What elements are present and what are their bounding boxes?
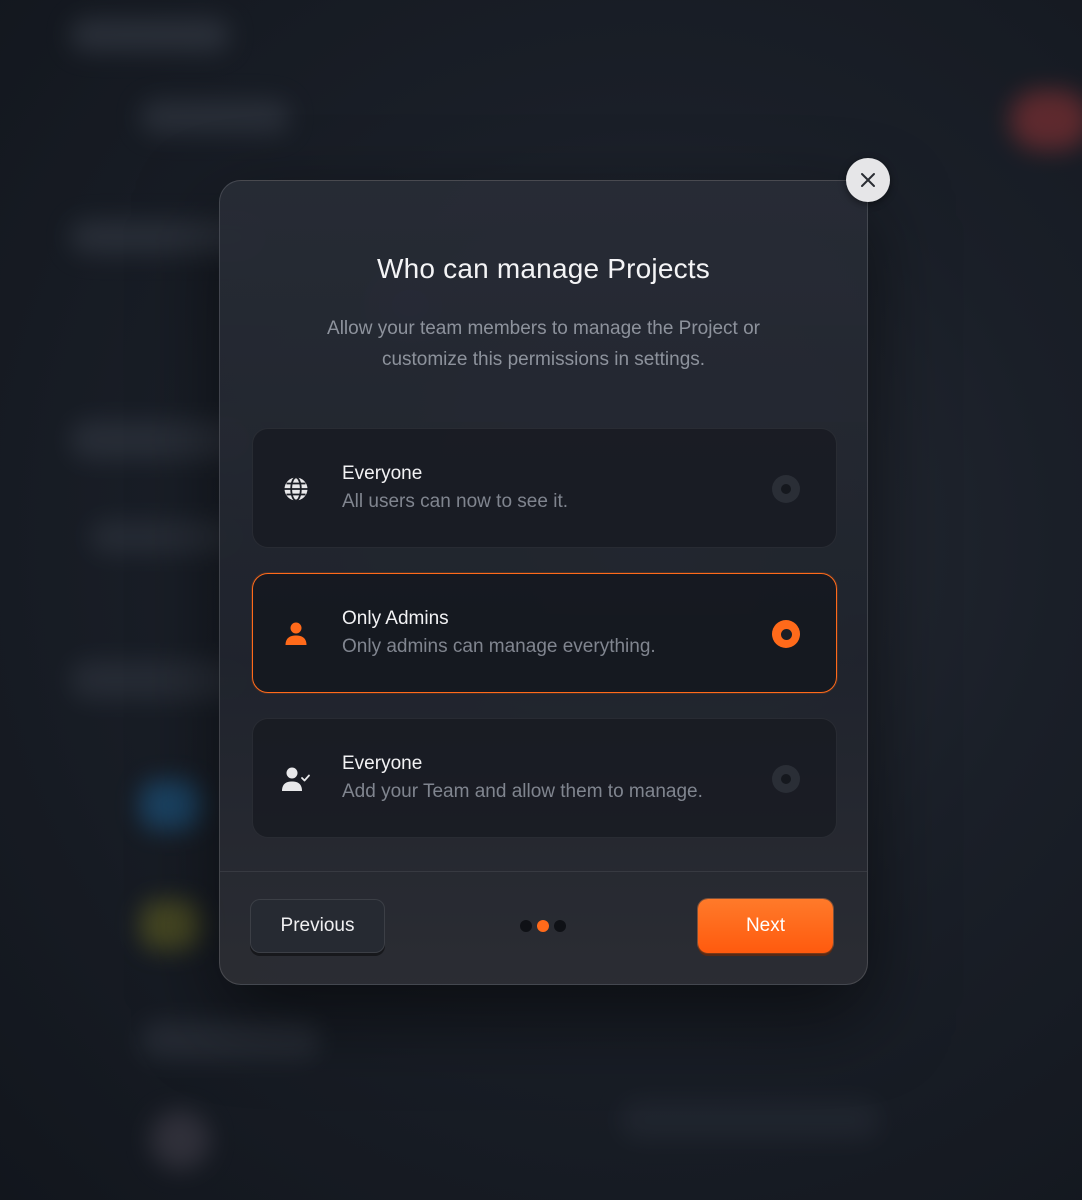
radio-button[interactable] bbox=[772, 620, 800, 648]
permissions-dialog: Who can manage Projects Allow your team … bbox=[219, 180, 868, 985]
option-team[interactable]: Everyone Add your Team and allow them to… bbox=[252, 718, 837, 838]
blurred-block bbox=[140, 900, 200, 950]
blurred-block bbox=[140, 780, 200, 830]
option-description: Only admins can manage everything. bbox=[342, 636, 656, 657]
option-title: Everyone bbox=[342, 463, 423, 484]
option-only-admins[interactable]: Only Admins Only admins can manage every… bbox=[252, 573, 837, 693]
blurred-block bbox=[150, 1110, 210, 1170]
blurred-block bbox=[140, 1020, 320, 1060]
user-icon bbox=[281, 619, 311, 649]
option-title: Everyone bbox=[342, 753, 423, 774]
option-description: Add your Team and allow them to manage. bbox=[342, 781, 703, 802]
next-button[interactable]: Next bbox=[698, 899, 833, 953]
option-description: All users can now to see it. bbox=[342, 491, 568, 512]
radio-button[interactable] bbox=[772, 765, 800, 793]
pager-dot-active[interactable] bbox=[537, 920, 549, 932]
user-check-icon bbox=[281, 764, 311, 794]
blurred-block bbox=[140, 100, 290, 134]
pager-dot[interactable] bbox=[554, 920, 566, 932]
blurred-block bbox=[70, 18, 230, 52]
step-pager bbox=[520, 920, 570, 932]
previous-button[interactable]: Previous bbox=[250, 899, 385, 953]
radio-button[interactable] bbox=[772, 475, 800, 503]
close-button[interactable] bbox=[846, 158, 890, 202]
dialog-subtitle: Allow your team members to manage the Pr… bbox=[327, 318, 760, 370]
close-icon bbox=[861, 173, 875, 187]
dialog-title: Who can manage Projects bbox=[377, 253, 710, 284]
pager-dot[interactable] bbox=[520, 920, 532, 932]
radio-dot bbox=[780, 628, 792, 640]
radio-dot bbox=[781, 484, 791, 494]
radio-dot bbox=[781, 774, 791, 784]
option-everyone[interactable]: Everyone All users can now to see it. bbox=[252, 428, 837, 548]
blurred-block bbox=[620, 1100, 880, 1140]
option-title: Only Admins bbox=[342, 608, 449, 629]
blurred-block bbox=[90, 520, 240, 554]
blurred-block bbox=[1010, 90, 1082, 150]
globe-icon bbox=[281, 474, 311, 504]
footer-divider bbox=[220, 871, 867, 872]
